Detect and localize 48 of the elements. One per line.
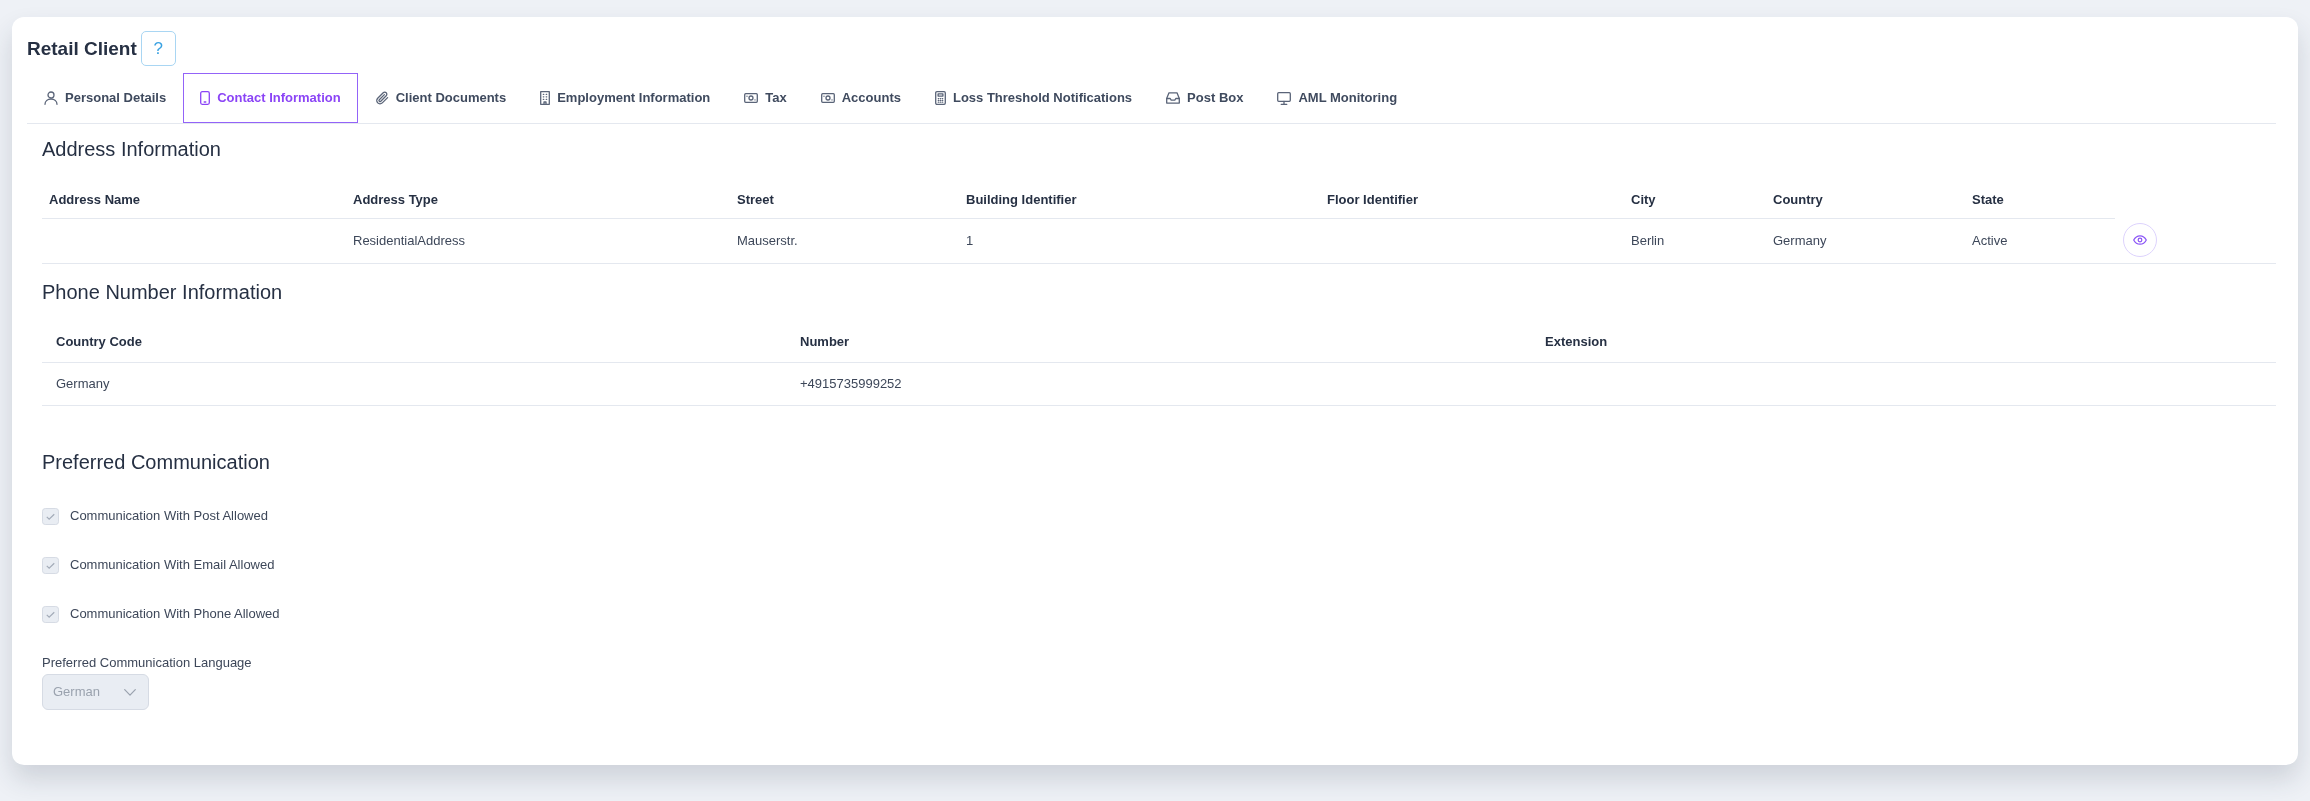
column-header: Building Identifier [959, 182, 1320, 218]
view-button[interactable] [2123, 223, 2157, 258]
column-header: State [1965, 182, 2115, 218]
column-header: Address Type [346, 182, 730, 218]
table-cell: +4915735999252 [786, 362, 1531, 406]
banknote-icon [820, 93, 835, 103]
checkbox-label: Communication With Phone Allowed [70, 605, 280, 624]
checkbox-label: Communication With Post Allowed [70, 507, 268, 526]
table-cell: Germany [1766, 218, 1965, 263]
tab[interactable]: Tax [727, 73, 804, 123]
column-header: Street [730, 182, 959, 218]
building-icon [540, 91, 551, 105]
column-header: Address Name [42, 182, 346, 218]
tab[interactable]: Employment Information [523, 73, 728, 123]
column-header: Country [1766, 182, 1965, 218]
chevron-down-icon [124, 688, 136, 696]
column-header: Country Code [42, 321, 786, 363]
table-cell: 1 [959, 218, 1320, 263]
table-cell: Mauserstr. [730, 218, 959, 263]
page-title: Retail Client [27, 36, 137, 61]
section-title: Address Information [42, 137, 222, 161]
field-label: Preferred Communication Language [42, 655, 253, 671]
inbox-icon [1166, 92, 1181, 104]
monitor-icon [1277, 91, 1292, 105]
table-cell: Berlin [1624, 218, 1766, 263]
column-header: Number [786, 321, 1531, 363]
tab[interactable]: Contact Information [183, 73, 358, 123]
tab[interactable]: Personal Details [27, 73, 184, 123]
smartphone-icon [200, 91, 211, 105]
banknote-icon [744, 93, 759, 103]
table-cell: Active [1965, 218, 2115, 263]
tab[interactable]: Post Box [1149, 73, 1261, 123]
tab[interactable]: AML Monitoring [1260, 73, 1415, 123]
column-header: Floor Identifier [1320, 182, 1624, 218]
column-header: City [1624, 182, 1766, 218]
checkbox-label: Communication With Email Allowed [70, 556, 275, 575]
section-title: Preferred Communication [42, 450, 271, 474]
eye-icon [2133, 235, 2147, 246]
person-icon [44, 91, 58, 105]
table-cell: Germany [42, 362, 786, 406]
section-title: Phone Number Information [42, 279, 284, 304]
column-header: Extension [1531, 321, 2276, 363]
tab[interactable]: Client Documents [357, 73, 524, 123]
paperclip-icon [374, 91, 389, 105]
tab[interactable]: Accounts [803, 73, 918, 123]
table-cell: ResidentialAddress [346, 218, 730, 263]
tab[interactable]: Loss Threshold Notifications [917, 73, 1150, 123]
calculator-icon [934, 91, 946, 105]
